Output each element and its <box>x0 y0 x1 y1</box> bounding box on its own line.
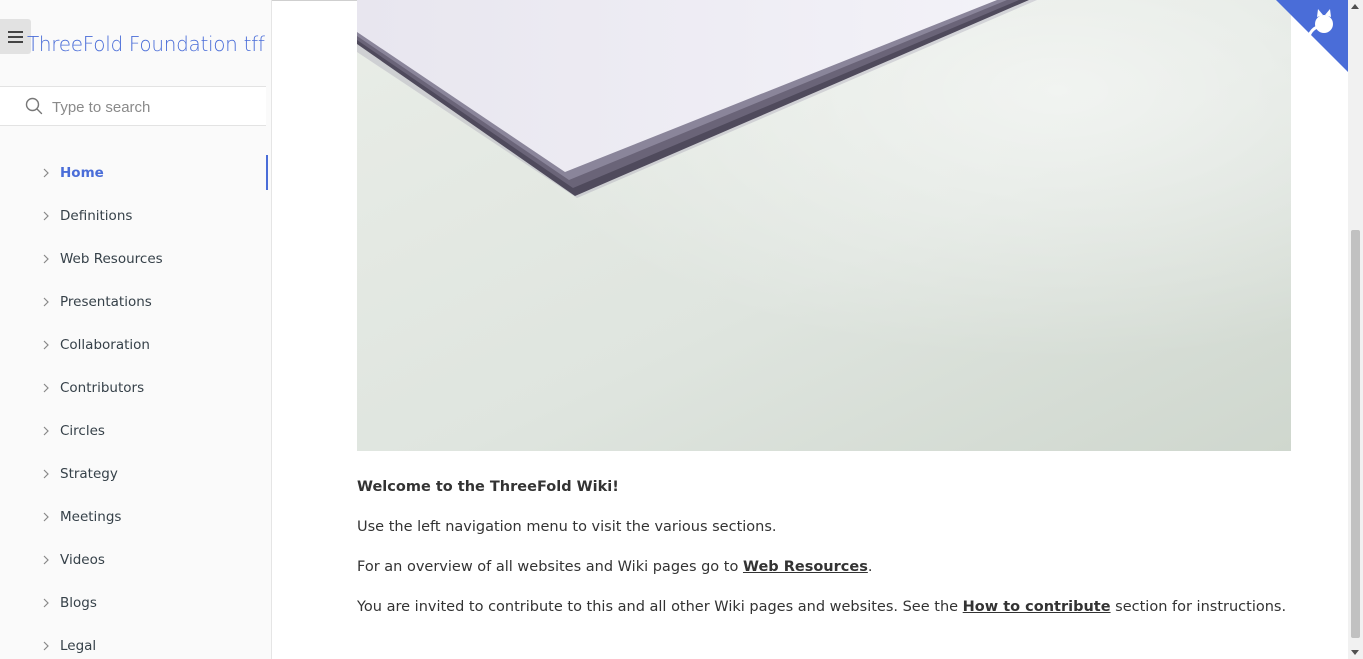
sidebar-item-label: Home <box>60 164 104 181</box>
sidebar-item-label: Legal <box>60 637 97 654</box>
sidebar-item-web-resources[interactable]: Web Resources <box>0 237 268 280</box>
sidebar-item-strategy[interactable]: Strategy <box>0 452 268 495</box>
sidebar-item-presentations[interactable]: Presentations <box>0 280 268 323</box>
sidebar-item-label: Web Resources <box>60 250 163 267</box>
sidebar-item-videos[interactable]: Videos <box>0 538 268 581</box>
hamburger-icon <box>8 31 23 33</box>
chevron-right-icon <box>43 598 49 607</box>
chevron-right-icon <box>43 254 49 263</box>
sidebar-item-blogs[interactable]: Blogs <box>0 581 268 624</box>
sidebar-item-legal[interactable]: Legal <box>0 624 268 659</box>
sidebar-item-label: Collaboration <box>60 336 150 353</box>
search-input[interactable] <box>50 95 254 119</box>
search-icon <box>25 97 43 115</box>
intro-paragraph: Use the left navigation menu to visit th… <box>357 519 777 535</box>
sidebar-item-label: Presentations <box>60 293 152 310</box>
chevron-right-icon <box>43 297 49 306</box>
hamburger-icon-line <box>8 36 23 38</box>
scroll-up-arrow-icon[interactable] <box>1351 4 1359 9</box>
site-title[interactable]: ThreeFold Foundation tff <box>27 32 265 56</box>
chevron-right-icon <box>43 340 49 349</box>
chevron-right-icon <box>43 426 49 435</box>
chevron-right-icon <box>43 469 49 478</box>
sidebar-item-label: Blogs <box>60 594 97 611</box>
sidebar-item-contributors[interactable]: Contributors <box>0 366 268 409</box>
main-content: Welcome to the ThreeFold Wiki! Use the l… <box>272 0 1347 659</box>
sidebar-item-home[interactable]: Home <box>0 151 268 194</box>
scroll-down-arrow-icon[interactable] <box>1351 650 1359 655</box>
sidebar-item-label: Meetings <box>60 508 122 525</box>
welcome-heading: Welcome to the ThreeFold Wiki! <box>357 479 619 495</box>
contribute-text: You are invited to contribute to this an… <box>357 599 963 615</box>
contribute-text-end: section for instructions. <box>1110 599 1287 615</box>
hero-image <box>357 0 1291 451</box>
sidebar-item-definitions[interactable]: Definitions <box>0 194 268 237</box>
scrollbar-thumb[interactable] <box>1351 230 1360 638</box>
chevron-right-icon <box>43 641 49 650</box>
page-scrollbar[interactable] <box>1348 0 1363 659</box>
chevron-right-icon <box>43 211 49 220</box>
overview-paragraph: For an overview of all websites and Wiki… <box>357 556 1297 578</box>
sidebar-item-meetings[interactable]: Meetings <box>0 495 268 538</box>
web-resources-link[interactable]: Web Resources <box>743 559 868 575</box>
github-corner-link[interactable] <box>1276 0 1348 72</box>
sidebar-item-label: Circles <box>60 422 105 439</box>
hamburger-icon-line <box>8 41 23 43</box>
chevron-right-icon <box>43 168 49 177</box>
sidebar: ThreeFold Foundation tff Home Definition… <box>0 0 272 659</box>
search-box[interactable] <box>0 86 266 126</box>
sidebar-nav: Home Definitions Web Resources Presentat… <box>0 151 268 659</box>
contribute-paragraph: You are invited to contribute to this an… <box>357 596 1297 618</box>
sidebar-item-label: Contributors <box>60 379 145 396</box>
chevron-right-icon <box>43 383 49 392</box>
how-to-contribute-link[interactable]: How to contribute <box>963 599 1111 615</box>
overview-text-end: . <box>867 559 873 575</box>
article-body: Welcome to the ThreeFold Wiki! Use the l… <box>357 476 1297 636</box>
sidebar-item-label: Strategy <box>60 465 118 482</box>
sidebar-item-circles[interactable]: Circles <box>0 409 268 452</box>
overview-text: For an overview of all websites and Wiki… <box>357 559 743 575</box>
chevron-right-icon <box>43 512 49 521</box>
sidebar-item-label: Definitions <box>60 207 133 224</box>
chevron-right-icon <box>43 555 49 564</box>
sidebar-item-collaboration[interactable]: Collaboration <box>0 323 268 366</box>
sidebar-item-label: Videos <box>60 551 105 568</box>
